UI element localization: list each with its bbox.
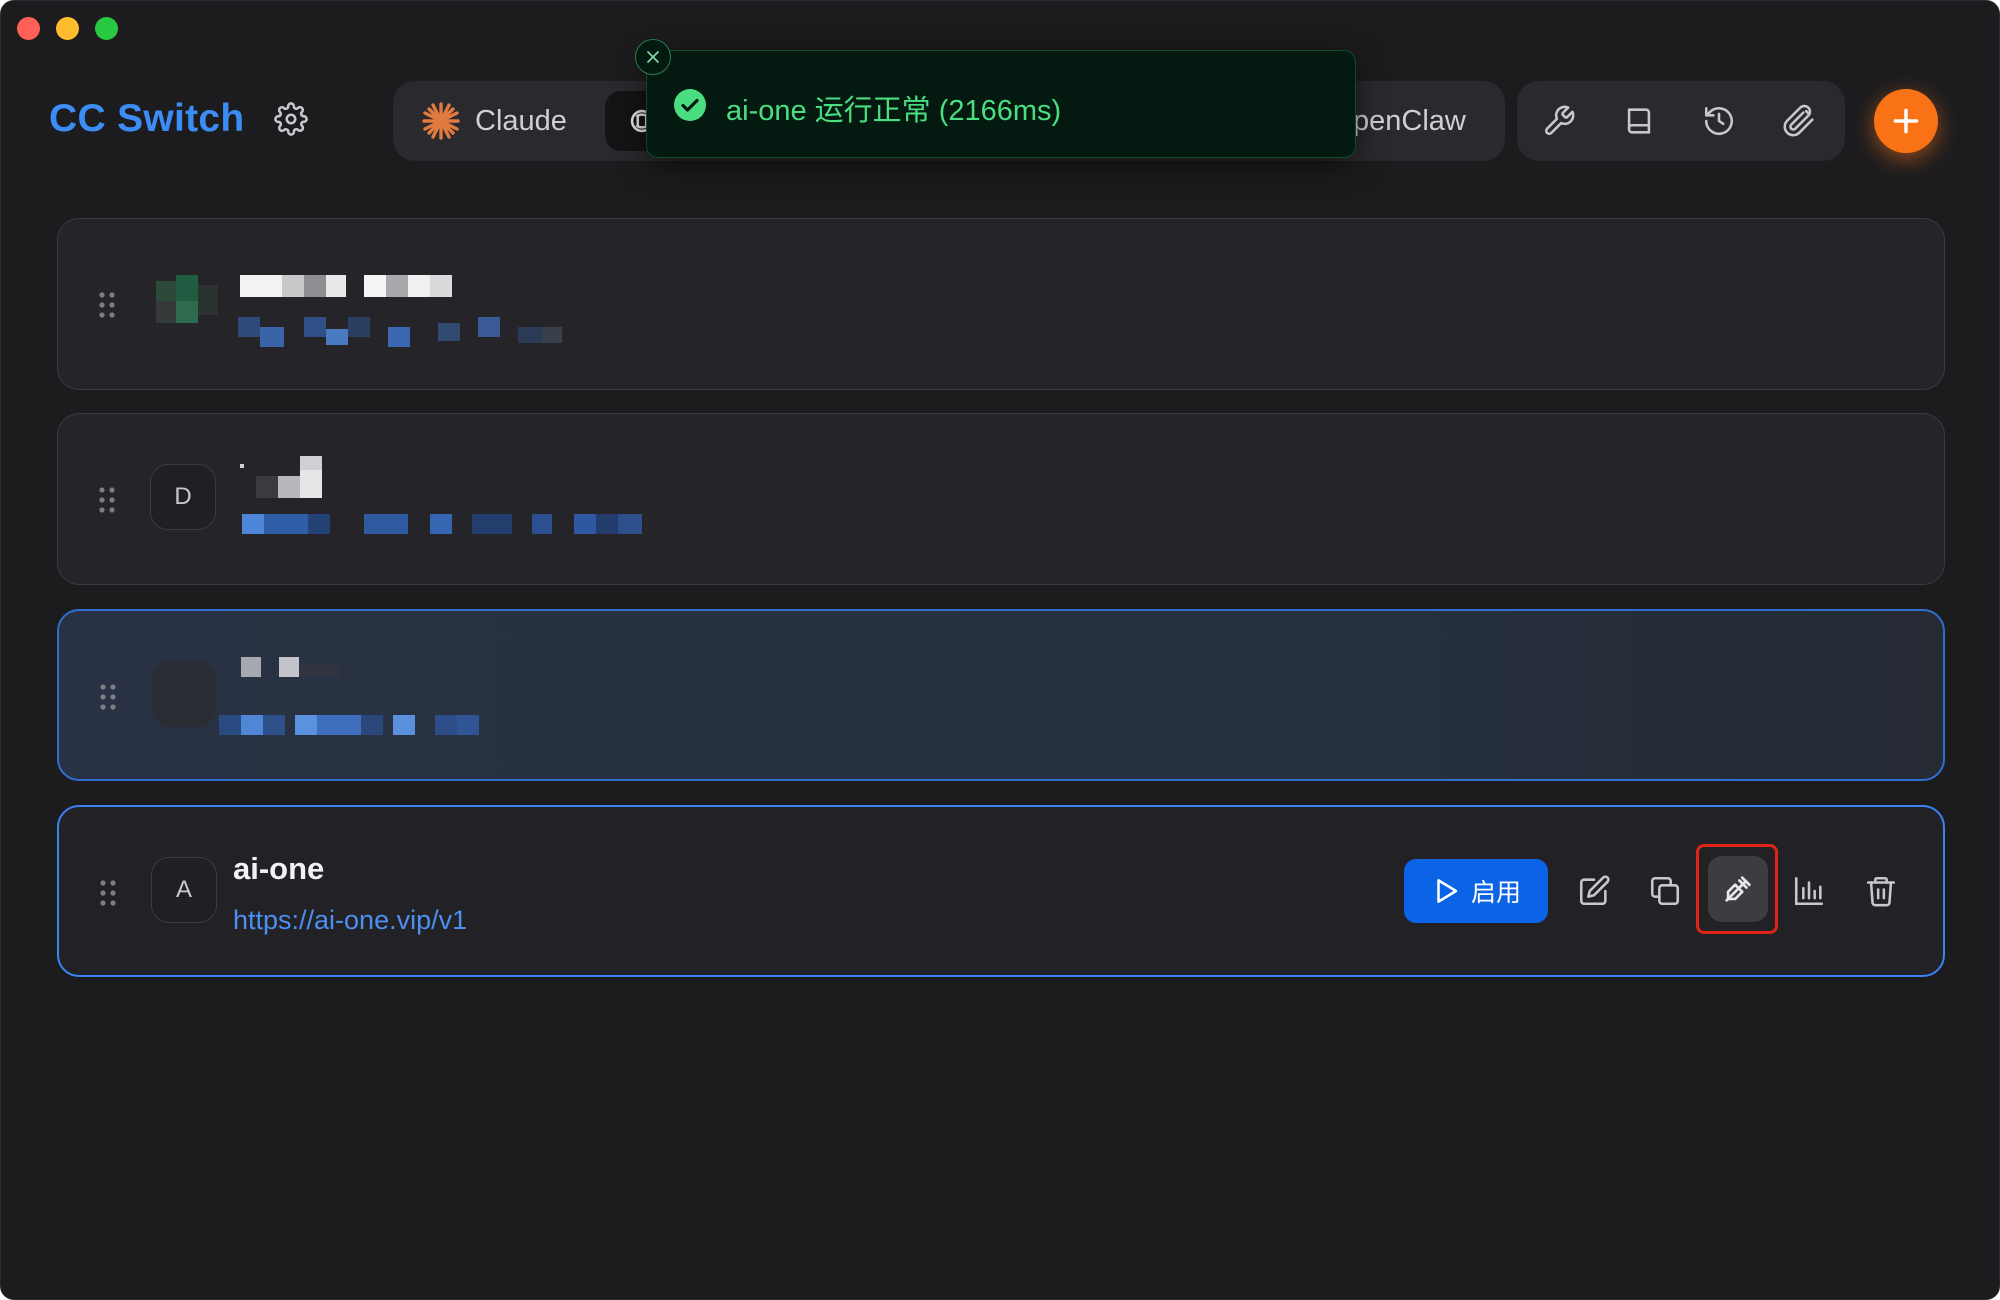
provider-url[interactable]: https://ai-one.vip/v1 [233,905,467,936]
provider-url [234,514,674,544]
provider-card-current[interactable] [57,609,1945,781]
provider-name [241,657,421,679]
provider-name [240,275,500,301]
test-icon [1725,876,1751,902]
toast-message: ai-one 运行正常 (2166ms) [726,95,1062,127]
window-controls [17,17,118,40]
wrench-icon[interactable] [1539,101,1579,141]
drag-handle-icon[interactable] [98,291,116,319]
provider-card-selected[interactable]: A ai-one https://ai-one.vip/v1 启用 [57,805,1945,977]
avatar [151,661,217,727]
minimize-window-button[interactable] [56,17,79,40]
history-icon[interactable] [1699,101,1739,141]
close-window-button[interactable] [17,17,40,40]
test-connection-button[interactable] [1708,856,1768,922]
provider-url [219,715,559,741]
edit-icon[interactable] [1574,871,1614,911]
maximize-window-button[interactable] [95,17,118,40]
gear-icon[interactable] [274,102,308,136]
tab-claude-label: Claude [475,104,567,137]
drag-handle-icon[interactable] [99,683,117,711]
provider-card[interactable] [57,218,1945,390]
toast-close-button[interactable] [635,39,671,75]
play-icon [1437,879,1458,903]
trash-icon[interactable] [1861,871,1901,911]
check-circle-icon [674,89,706,121]
usage-chart-icon[interactable] [1789,871,1829,911]
toast-notification: ai-one 运行正常 (2166ms) [635,39,1356,158]
plus-icon [1893,108,1919,134]
provider-card[interactable]: D [57,413,1945,585]
highlight-box [1696,844,1778,934]
tab-openclaw[interactable]: penClaw [1353,91,1466,151]
enable-button[interactable]: 启用 [1404,859,1548,923]
provider-url [238,317,578,347]
paperclip-icon[interactable] [1779,101,1819,141]
book-icon[interactable] [1619,101,1659,141]
provider-name: ai-one [233,851,325,886]
close-icon [647,51,659,63]
avatar: D [150,464,216,530]
claude-logo-icon [422,102,460,140]
avatar: A [151,857,217,923]
copy-icon[interactable] [1645,871,1685,911]
add-provider-button[interactable] [1874,89,1938,153]
app-window: CC Switch Claude penClaw D A ai-one http… [0,0,2000,1300]
tab-claude[interactable]: Claude [421,91,567,151]
toolbar [1517,81,1845,161]
app-title: CC Switch [49,97,245,140]
drag-handle-icon[interactable] [99,879,117,907]
tab-openclaw-label: penClaw [1353,104,1466,137]
provider-name [240,456,360,500]
enable-button-label: 启用 [1470,879,1521,907]
drag-handle-icon[interactable] [98,486,116,514]
